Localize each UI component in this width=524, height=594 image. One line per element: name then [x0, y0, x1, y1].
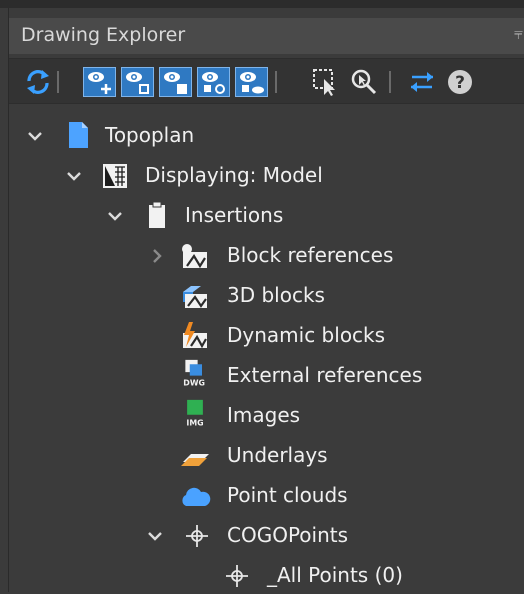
tree-item-label: Block references — [227, 243, 394, 267]
tree-item-label: 3D blocks — [227, 283, 325, 307]
tree-item-label: Dynamic blocks — [227, 323, 386, 347]
tree-item-all-points[interactable]: _All Points (0) — [9, 558, 524, 594]
tree-item-label: Images — [227, 403, 301, 427]
tree-item-label: COGOPoints — [227, 523, 349, 547]
help-button[interactable]: ? — [445, 67, 475, 97]
drawing-explorer-panel: Drawing Explorer ⫧ ? Topoplan Displaying… — [8, 8, 524, 592]
tree-item-block-references[interactable]: Block references — [9, 238, 524, 274]
tree-item-label: External references — [227, 363, 423, 387]
chevron-down-icon[interactable] — [25, 126, 45, 146]
chevron-down-icon[interactable] — [64, 166, 84, 186]
select-window-icon — [313, 69, 335, 96]
refresh-icon — [27, 70, 49, 94]
document-icon — [69, 122, 88, 148]
tree-item-label: Insertions — [185, 203, 284, 227]
panel-title: Drawing Explorer — [21, 24, 186, 46]
tree-item-dynamic-blocks[interactable]: Dynamic blocks — [9, 318, 524, 354]
toolbar-separator — [389, 71, 391, 93]
toolbar-separator — [275, 71, 277, 93]
eye-select-icon — [126, 72, 149, 94]
block-reference-icon — [182, 244, 207, 269]
tree-item-label: _All Points (0) — [267, 563, 403, 587]
select-window-button[interactable] — [311, 67, 341, 97]
tree-item-label: Point clouds — [227, 483, 348, 507]
eye-filled-icon — [164, 72, 187, 94]
visibility-select-button[interactable] — [121, 67, 154, 97]
svg-text:IMG: IMG — [186, 418, 203, 427]
model-space-icon — [103, 164, 127, 188]
panel-titlebar: Drawing Explorer ⫧ — [9, 18, 524, 54]
swap-arrows-icon — [411, 72, 433, 92]
visibility-filled-button[interactable] — [159, 67, 192, 97]
svg-text:?: ? — [455, 73, 465, 93]
eye-cloud-icon — [240, 72, 264, 94]
toolbar-separator — [57, 71, 59, 93]
toolbar: ? — [9, 58, 524, 104]
dwg-xref-icon: DWG — [183, 359, 205, 387]
tree-item-topoplan[interactable]: Topoplan — [9, 118, 524, 154]
visibility-add-button[interactable] — [83, 67, 116, 97]
img-icon: IMG — [186, 399, 204, 427]
svg-text:DWG: DWG — [183, 378, 205, 387]
zoom-to-button[interactable] — [349, 67, 379, 97]
tree-item-insertions[interactable]: Insertions — [9, 198, 524, 234]
chevron-right-icon[interactable] — [147, 246, 167, 266]
eye-add-icon — [88, 72, 111, 94]
tree-item-underlays[interactable]: Underlays — [9, 438, 524, 474]
visibility-refresh-button[interactable] — [197, 67, 230, 97]
cloud-icon — [182, 487, 211, 506]
crosshair-point-icon — [226, 565, 248, 587]
tree-item-images[interactable]: IMG Images — [9, 398, 524, 434]
tree-item-3d-blocks[interactable]: 3D blocks — [9, 278, 524, 314]
chevron-down-icon[interactable] — [105, 206, 125, 226]
clipboard-icon — [149, 201, 165, 228]
window-top-strip — [0, 0, 524, 8]
tree-item-point-clouds[interactable]: Point clouds — [9, 478, 524, 514]
chevron-down-icon[interactable] — [145, 526, 165, 546]
tree-item-cogo-points[interactable]: COGOPoints — [9, 518, 524, 554]
tree-item-displaying-model[interactable]: Displaying: Model — [9, 158, 524, 194]
underlay-icon — [181, 454, 209, 466]
swap-button[interactable] — [407, 67, 437, 97]
zoom-to-icon — [351, 69, 377, 95]
tree-item-label: Underlays — [227, 443, 328, 467]
dynamic-block-icon — [183, 322, 207, 349]
tree-item-external-references[interactable]: DWG External references — [9, 358, 524, 394]
pin-icon[interactable]: ⫧ — [514, 24, 523, 44]
visibility-cloud-button[interactable] — [235, 67, 268, 97]
tree-item-label: Displaying: Model — [145, 163, 323, 187]
refresh-button[interactable] — [23, 67, 53, 97]
tree-item-label: Topoplan — [105, 123, 195, 147]
3d-block-icon — [183, 286, 207, 308]
eye-refresh-icon — [202, 72, 225, 94]
help-icon: ? — [448, 70, 472, 94]
crosshair-point-icon — [186, 525, 208, 547]
